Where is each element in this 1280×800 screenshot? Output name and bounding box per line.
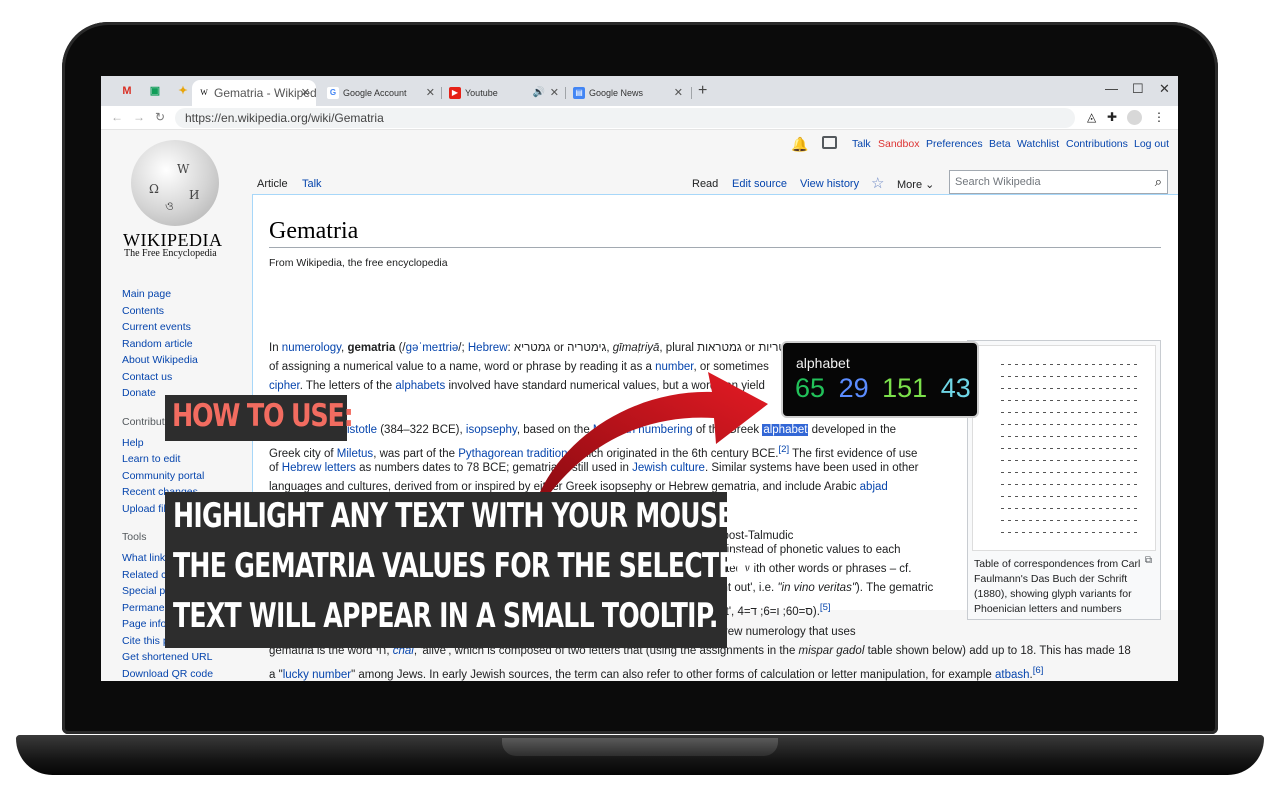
instruction-line: TEXT WILL APPEAR IN A SMALL TOOLTIP. [173,596,718,636]
how-to-use-banner: HOW TO USE: [165,395,354,441]
tooltip-word: alphabet [796,355,850,371]
tooltip-values: 65 29 151 43 [795,373,971,404]
instruction-line: HIGHLIGHT ANY TEXT WITH YOUR MOUSE. [173,496,743,536]
gematria-value-4: 43 [940,373,971,403]
how-to-use-heading: HOW TO USE: [172,398,354,434]
gematria-value-2: 29 [838,373,869,403]
instruction-line: THE GEMATRIA VALUES FOR THE SELECTED [173,546,756,586]
gematria-tooltip: alphabet 65 29 151 43 [781,341,979,418]
instructions-banner: HIGHLIGHT ANY TEXT WITH YOUR MOUSE. THE … [165,492,756,648]
gematria-value-3: 151 [882,373,928,403]
gematria-value-1: 65 [795,373,826,403]
